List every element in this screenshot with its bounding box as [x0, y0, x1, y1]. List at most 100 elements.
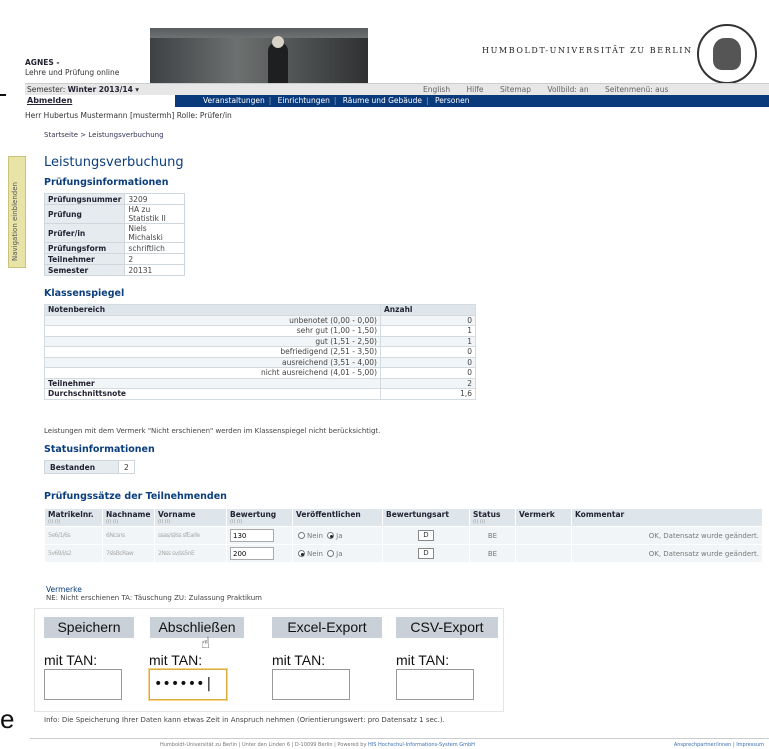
info-text: Info: Die Speicherung Ihrer Daten kann e…: [44, 716, 445, 724]
grade-count: 0: [380, 346, 476, 358]
col-anzahl: Anzahl: [380, 304, 476, 316]
chevron-down-icon: ▾: [135, 85, 140, 94]
cell-matrikel: 5e6/1/6s: [44, 526, 103, 545]
grade-count: 1: [380, 325, 476, 337]
link-vollbild[interactable]: Vollbild: an: [547, 85, 588, 94]
info-value: HA zu Statistik II: [124, 204, 186, 224]
cell-matrikel: 5v69/i/s2: [44, 544, 103, 563]
tan-label-excel: mit TAN:: [272, 652, 326, 668]
klassenspiegel-note: Leistungen mit dem Vermerk "Nicht erschi…: [44, 427, 381, 435]
bewertung-input[interactable]: [230, 547, 274, 560]
radio-ja[interactable]: [327, 550, 335, 557]
bestanden-value: 2: [118, 460, 135, 474]
nav-einrichtungen[interactable]: Einrichtungen: [278, 96, 330, 105]
nav-personen[interactable]: Personen: [435, 96, 470, 105]
nav-raeume[interactable]: Räume und Gebäude: [343, 96, 422, 105]
bewertungsart-button[interactable]: D: [418, 548, 434, 559]
cell-status: BE: [469, 544, 516, 563]
logout-link[interactable]: Abmelden: [25, 95, 175, 107]
grade-count: 0: [380, 367, 476, 379]
status-table: Bestanden 2: [44, 460, 135, 474]
tan-label-csv: mit TAN:: [396, 652, 450, 668]
main-navbar: Abmelden Veranstaltungen | Einrichtungen |…: [25, 95, 769, 107]
info-key: Semester: [43, 264, 126, 276]
info-value: Niels Michalski: [124, 223, 186, 243]
app-subtitle: Lehre und Prüfung online: [25, 68, 120, 77]
teilnehmer-label: Teilnehmer: [44, 377, 381, 389]
link-english[interactable]: English: [423, 85, 450, 94]
university-seal-icon: [697, 24, 757, 84]
col-kommentar: Kommentar: [571, 508, 763, 527]
link-hilfe[interactable]: Hilfe: [466, 85, 483, 94]
grade-count: 0: [380, 356, 476, 368]
cell-bewertung: [226, 526, 293, 545]
link-sitemap[interactable]: Sitemap: [500, 85, 531, 94]
grade-count: 1: [380, 335, 476, 347]
top-toolbar: Semester: Winter 2013/14 ▾ English Hilfe…: [25, 83, 769, 95]
grade-range: nicht ausreichend (4,01 - 5,00): [44, 367, 381, 379]
info-key: Teilnehmer: [43, 253, 126, 265]
grade-count: 0: [380, 314, 476, 326]
tan-input-save[interactable]: [44, 669, 122, 700]
vermerke-text: NE: Nicht erschienen TA: Täuschung ZU: Z…: [46, 594, 262, 602]
info-value: 20131: [124, 264, 186, 276]
bewertungsart-button[interactable]: D: [418, 530, 434, 541]
tan-input-excel[interactable]: [272, 669, 350, 700]
toolbar-links: English Hilfe Sitemap Vollbild: an Seite…: [423, 85, 682, 94]
breadcrumb[interactable]: Startseite > Leistungsverbuchung: [44, 131, 164, 139]
col-veroeffentlichen: Veröffentlichen: [292, 508, 383, 527]
radio-ja[interactable]: [327, 532, 335, 539]
vermerke-legend: Vermerke NE: Nicht erschienen TA: Täusch…: [46, 585, 262, 603]
col-vorname[interactable]: Vorname (i) (i): [154, 508, 227, 527]
col-nachname[interactable]: Nachname (i) (i): [102, 508, 155, 527]
tan-label-finalize: mit TAN:: [149, 652, 203, 668]
col-bewertung[interactable]: Bewertung (i) (i): [226, 508, 293, 527]
radio-nein[interactable]: [298, 532, 305, 539]
info-value: schriftlich: [124, 242, 186, 254]
csv-export-button[interactable]: CSV-Export: [396, 617, 498, 638]
info-key: Prüfung: [43, 204, 126, 224]
semester-selector[interactable]: Semester: Winter 2013/14 ▾: [27, 85, 139, 94]
pruefungsinfo-table: Prüfungsnummer 3209 Prüfung HA zu Statisti…: [43, 193, 186, 276]
col-notenbereich: Notenbereich: [44, 304, 381, 316]
excel-export-button[interactable]: Excel-Export: [272, 617, 382, 638]
cell-status: BE: [469, 526, 516, 545]
cell-bewertungsart: D: [382, 544, 470, 563]
finalize-button[interactable]: Abschließen: [150, 617, 244, 638]
klassenspiegel-table: Notenbereich Anzahl unbenotet (0,00 - 0,0…: [44, 304, 476, 400]
edge-mark: [0, 94, 6, 96]
tan-label-save: mit TAN:: [44, 652, 98, 668]
cell-nachname: 7slsBcRaw: [102, 544, 155, 563]
radio-nein[interactable]: [298, 550, 305, 557]
navigation-toggle-label: Navigation einblenden: [11, 182, 19, 261]
col-status[interactable]: Status (i) (i): [469, 508, 516, 527]
tan-input-csv[interactable]: [396, 669, 474, 700]
grade-range: befriedigend (2,51 - 3,50): [44, 346, 381, 358]
tan-input-finalize[interactable]: ••••••|: [149, 669, 227, 700]
table-row: 5v69/i/s2 7slsBcRaw 2Nss sv/ss5nE Nein J…: [44, 544, 763, 563]
teilnehmer-count: 2: [380, 377, 476, 389]
cell-veroeffentlichen: Nein Ja: [292, 526, 383, 545]
cell-vermerk: [515, 544, 572, 563]
col-matrikel[interactable]: Matrikelnr. (i) (i): [44, 508, 103, 527]
footer-his-link[interactable]: HIS Hochschul-Informations-System GmbH: [368, 742, 475, 748]
link-seitenmenue[interactable]: Seitenmenü: aus: [605, 85, 668, 94]
hand-cursor-icon: ☝: [201, 634, 211, 652]
bewertung-input[interactable]: [230, 529, 274, 542]
info-key: Prüfungsform: [43, 242, 126, 254]
vermerke-title: Vermerke: [46, 585, 82, 594]
cell-vermerk: [515, 526, 572, 545]
navigation-toggle-tab[interactable]: Navigation einblenden: [8, 156, 26, 268]
nav-veranstaltungen[interactable]: Veranstaltungen: [203, 96, 265, 105]
col-vermerk: Vermerk: [515, 508, 572, 527]
save-button[interactable]: Speichern: [44, 617, 134, 638]
nav-links: Veranstaltungen | Einrichtungen | Räume un…: [203, 96, 470, 105]
info-value: 3209: [124, 193, 186, 205]
section-title-statusinfo: Statusinformationen: [44, 444, 155, 455]
footer-links[interactable]: Ansprechpartner/innen | Impressum: [674, 742, 764, 748]
cell-kommentar: OK, Datensatz wurde geändert.: [571, 526, 763, 545]
cell-vorname: 2Nss sv/ss5nE: [154, 544, 227, 563]
durchschnitt-value: 1,6: [380, 388, 476, 400]
edge-fragment: e: [0, 704, 15, 734]
col-bewertungsart: Bewertungsart: [382, 508, 470, 527]
